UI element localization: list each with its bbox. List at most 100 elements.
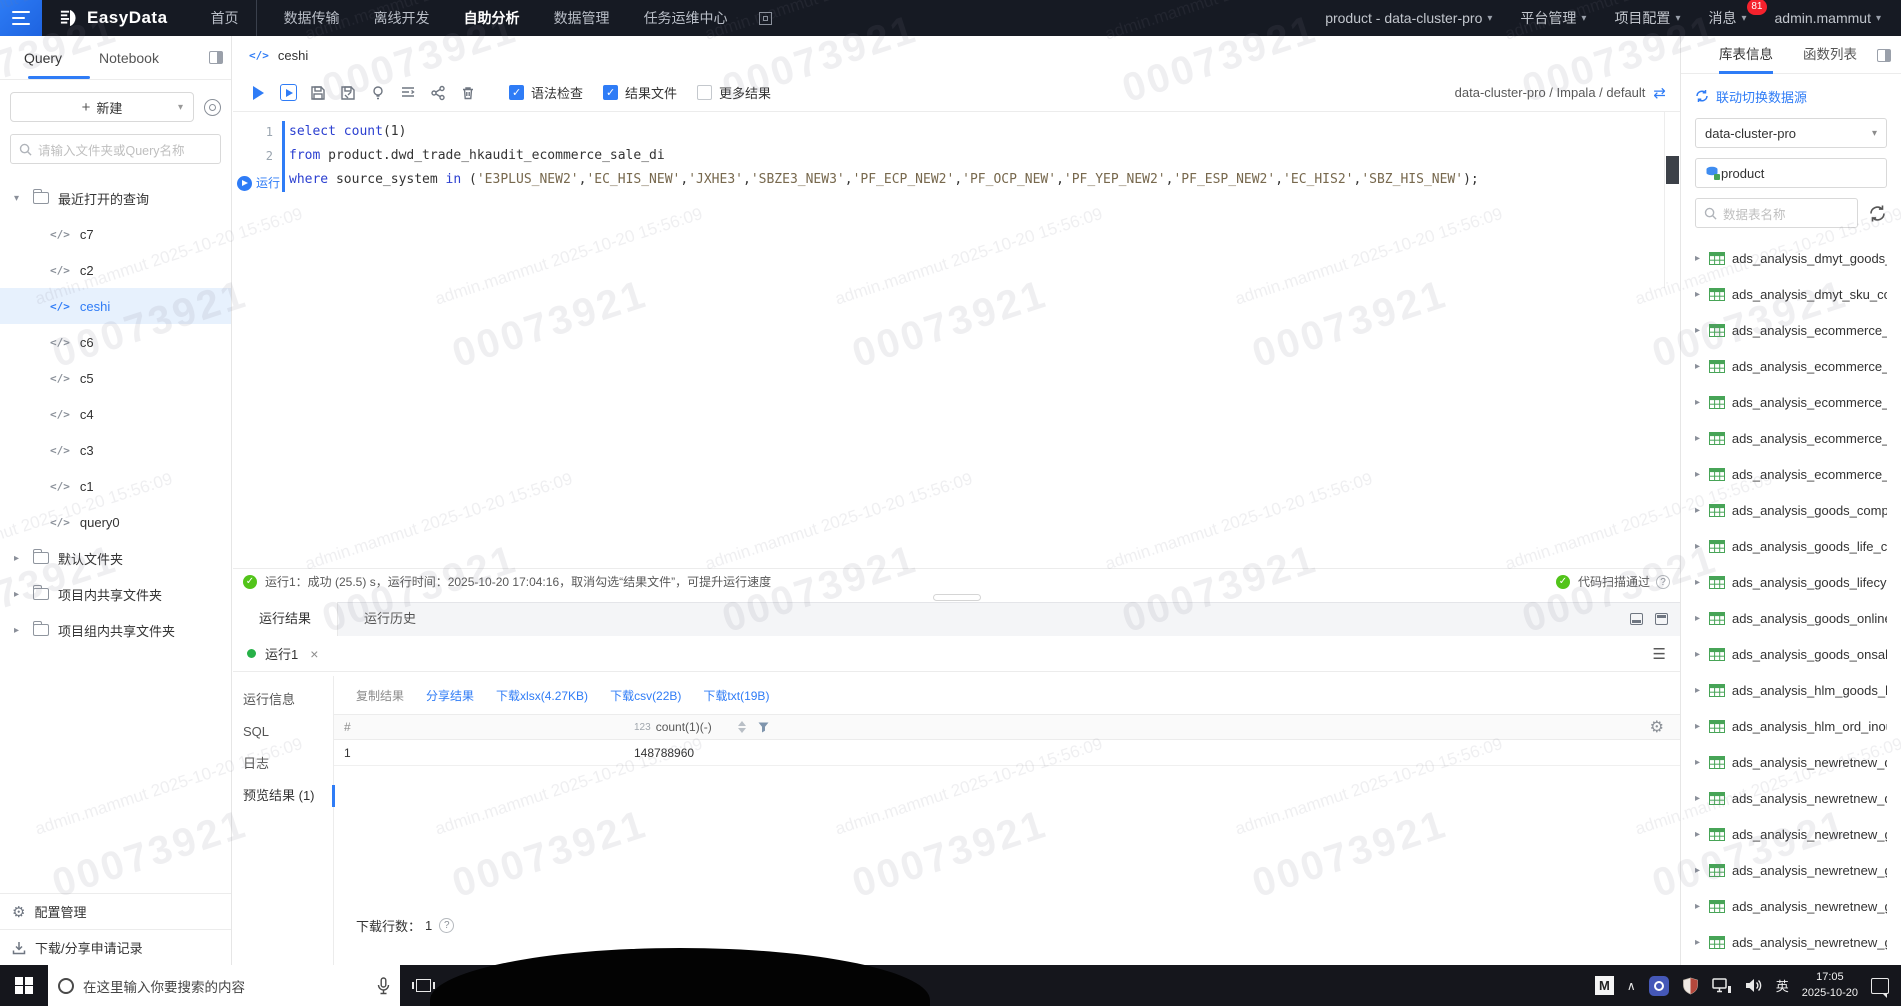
topbar-nav-item[interactable]: 首页	[194, 0, 257, 36]
database-table-item[interactable]: ▸ ads_analysis_newretnew_dm...	[1695, 744, 1887, 780]
database-table-item[interactable]: ▸ ads_analysis_dmyt_goods_c...	[1695, 240, 1887, 276]
tray-app-m-icon[interactable]: M	[1594, 976, 1614, 995]
switch-datasource-link[interactable]: 联动切换数据源	[1695, 84, 1887, 108]
minimize-panel-icon[interactable]	[1630, 613, 1643, 625]
sidebar-query-file[interactable]: </> c1	[0, 468, 231, 504]
collapse-panel-icon[interactable]	[1877, 49, 1891, 62]
download-share-records-item[interactable]: 下载/分享申请记录	[0, 929, 231, 965]
caret-right-icon[interactable]: ▸	[1695, 757, 1702, 768]
caret-right-icon[interactable]: ▸	[1695, 253, 1702, 264]
result-menu-item[interactable]: 日志	[233, 748, 333, 780]
smart-tips-icon[interactable]	[367, 85, 389, 101]
user-menu[interactable]: admin.mammut ▾	[1775, 10, 1882, 26]
database-table-item[interactable]: ▸ ads_analysis_ecommerce_sa...	[1695, 348, 1887, 384]
help-icon[interactable]: ?	[439, 918, 455, 933]
caret-right-icon[interactable]: ▸	[14, 553, 24, 564]
sidebar-folder[interactable]: ▸ 项目内共享文件夹	[0, 576, 231, 612]
database-table-item[interactable]: ▸ ads_analysis_newretnew_go...	[1695, 888, 1887, 924]
database-table-item[interactable]: ▸ ads_analysis_newretnew_dm...	[1695, 780, 1887, 816]
database-table-item[interactable]: ▸ ads_analysis_dmyt_sku_com...	[1695, 276, 1887, 312]
document-tab-ceshi[interactable]: ceshi	[278, 48, 308, 63]
result-action-link[interactable]: 下载txt(19B)	[703, 687, 769, 704]
sidebar-query-file[interactable]: </> c6	[0, 324, 231, 360]
sidebar-folder[interactable]: ▸ 项目组内共享文件夹	[0, 612, 231, 648]
microphone-icon[interactable]	[377, 976, 390, 995]
checkbox-icon[interactable]	[603, 85, 619, 100]
caret-right-icon[interactable]: ▸	[1695, 829, 1702, 840]
code-line[interactable]: 2 from product.dwd_trade_hkaudit_ecommer…	[233, 144, 1680, 168]
run-button[interactable]	[247, 85, 269, 100]
database-table-item[interactable]: ▸ ads_analysis_goods_onsale_...	[1695, 636, 1887, 672]
sidebar-query-file[interactable]: </> query0	[0, 504, 231, 540]
save-button[interactable]	[307, 85, 329, 101]
database-table-item[interactable]: ▸ ads_analysis_goods_complai...	[1695, 492, 1887, 528]
caret-right-icon[interactable]: ▸	[1695, 865, 1702, 876]
taskbar-clock[interactable]: 17:05 2025-10-20	[1802, 970, 1858, 1002]
tab-function-list[interactable]: 函数列表	[1803, 36, 1857, 74]
caret-right-icon[interactable]: ▸	[1695, 505, 1702, 516]
sidebar-folder[interactable]: ▸ 默认文件夹	[0, 540, 231, 576]
topbar-nav-item[interactable]: 数据管理	[537, 0, 627, 36]
tab-run-results[interactable]: 运行结果	[233, 602, 339, 636]
sidebar-query-file[interactable]: </> c4	[0, 396, 231, 432]
caret-right-icon[interactable]: ▸	[1695, 613, 1702, 624]
swap-icon[interactable]: ⇄	[1653, 84, 1666, 102]
database-table-item[interactable]: ▸ ads_analysis_hlm_goods_life...	[1695, 672, 1887, 708]
gear-icon[interactable]: ⚙	[1650, 717, 1664, 737]
format-sql-button[interactable]	[397, 85, 419, 101]
guide-icon[interactable]	[204, 98, 221, 116]
chevron-down-icon[interactable]: ▾	[178, 102, 183, 113]
database-field[interactable]: product	[1695, 158, 1887, 188]
sidebar-query-file[interactable]: </> c5	[0, 360, 231, 396]
result-action-link[interactable]: 分享结果	[426, 687, 474, 704]
caret-right-icon[interactable]: ▸	[1695, 541, 1702, 552]
topbar-nav-item[interactable]: 任务运维中心	[627, 0, 745, 36]
result-action-link[interactable]: 复制结果	[356, 687, 404, 704]
code-line[interactable]: 1 select count(1)	[233, 120, 1680, 144]
refresh-icon[interactable]	[1868, 204, 1887, 223]
caret-down-icon[interactable]: ▾	[14, 193, 24, 204]
input-language-indicator[interactable]: 英	[1776, 976, 1789, 995]
project-selector[interactable]: product - data-cluster-pro ▾	[1325, 10, 1492, 26]
result-menu-item[interactable]: 运行信息	[233, 684, 333, 716]
chevron-up-icon[interactable]: ∧	[1627, 979, 1636, 993]
sidebar-folder-recent[interactable]: ▾ 最近打开的查询	[0, 180, 231, 216]
clear-button[interactable]	[457, 85, 479, 101]
result-menu-item[interactable]: 预览结果 (1)	[233, 780, 335, 812]
sql-editor[interactable]: 1 select count(1) 2 from product.dwd_tra…	[233, 112, 1680, 568]
tab-notebook[interactable]: Notebook	[86, 50, 172, 66]
result-action-link[interactable]: 下载xlsx(4.27KB)	[496, 687, 588, 704]
database-table-item[interactable]: ▸ ads_analysis_goods_online_...	[1695, 600, 1887, 636]
caret-right-icon[interactable]: ▸	[1695, 793, 1702, 804]
toolbar-checkbox[interactable]: 更多结果	[697, 83, 771, 102]
sidebar-query-file[interactable]: </> c7	[0, 216, 231, 252]
project-config-menu[interactable]: 项目配置 ▾	[1614, 8, 1680, 28]
result-action-link[interactable]: 下载csv(22B)	[610, 687, 681, 704]
help-icon[interactable]: ?	[1656, 574, 1670, 589]
taskbar-search-box[interactable]: 在这里输入你要搜索的内容	[48, 965, 400, 1006]
messages-menu[interactable]: 消息 ▾ 81	[1708, 0, 1767, 28]
splitter-handle[interactable]	[932, 594, 981, 601]
database-table-item[interactable]: ▸ ads_analysis_newretnew_go...	[1695, 816, 1887, 852]
database-table-item[interactable]: ▸ ads_analysis_goods_life_cycl...	[1695, 528, 1887, 564]
workbench-grid-icon[interactable]	[758, 11, 772, 25]
caret-right-icon[interactable]: ▸	[1695, 937, 1702, 948]
database-table-item[interactable]: ▸ ads_analysis_goods_lifecycle...	[1695, 564, 1887, 600]
database-table-item[interactable]: ▸ ads_analysis_newretnew_go...	[1695, 852, 1887, 888]
save-as-button[interactable]	[337, 85, 359, 101]
checkbox-icon[interactable]	[697, 85, 713, 100]
sidebar-query-file[interactable]: </> c2	[0, 252, 231, 288]
tab-query[interactable]: Query	[0, 50, 86, 66]
collapse-panel-icon[interactable]	[209, 51, 223, 64]
tab-table-info[interactable]: 库表信息	[1719, 36, 1773, 74]
caret-right-icon[interactable]: ▸	[1695, 433, 1702, 444]
easydata-logo[interactable]: EasyData	[60, 8, 168, 28]
database-table-item[interactable]: ▸ ads_analysis_ecommerce_ch...	[1695, 312, 1887, 348]
maximize-panel-icon[interactable]	[1655, 613, 1668, 625]
run-selection-button[interactable]	[277, 84, 299, 101]
sidebar-search-input[interactable]: 请输入文件夹或Query名称	[10, 134, 221, 164]
table-search-input[interactable]: 数据表名称	[1695, 198, 1858, 228]
toolbar-checkbox[interactable]: 语法检查	[509, 83, 583, 102]
database-table-item[interactable]: ▸ ads_analysis_hlm_ord_inouts...	[1695, 708, 1887, 744]
caret-right-icon[interactable]: ▸	[1695, 577, 1702, 588]
